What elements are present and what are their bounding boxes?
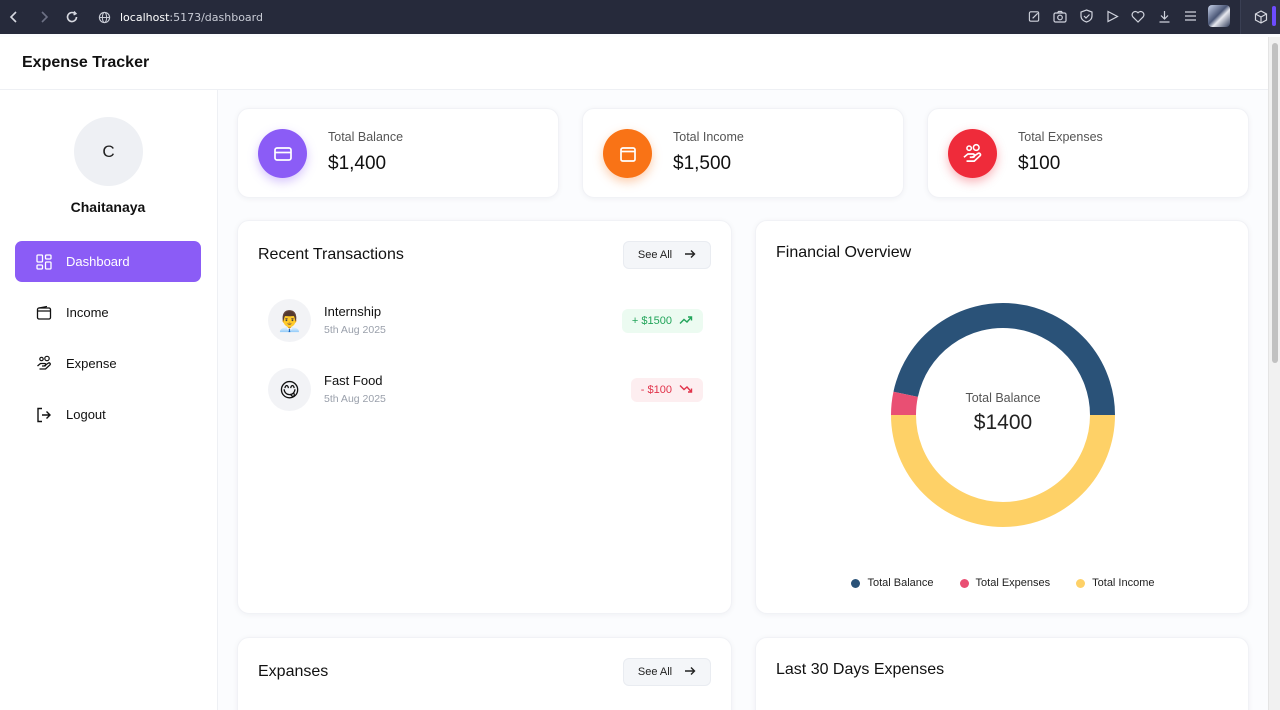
- reload-icon[interactable]: [60, 5, 84, 29]
- sidebar-item-label: Income: [66, 305, 109, 320]
- sidebar: C Chaitanaya Dashboard Income Expense Lo…: [0, 90, 218, 710]
- transaction-emoji: 😋: [268, 368, 311, 411]
- arrow-right-icon: [684, 248, 696, 263]
- financial-overview-title: Financial Overview: [776, 244, 912, 261]
- wallet-icon: [35, 304, 53, 322]
- legend-item-total-expenses: Total Expenses: [959, 577, 1051, 589]
- back-icon[interactable]: [2, 5, 26, 29]
- download-icon[interactable]: [1156, 8, 1172, 24]
- globe-icon: [98, 11, 111, 24]
- url-host: localhost: [120, 10, 170, 24]
- sidebar-item-dashboard[interactable]: Dashboard: [15, 241, 201, 282]
- stat-label: Total Income: [673, 130, 744, 144]
- shield-icon[interactable]: [1078, 8, 1094, 24]
- app-header: Expense Tracker: [0, 37, 1268, 90]
- stat-value: $100: [1018, 153, 1061, 174]
- trending-up-icon: [679, 315, 693, 328]
- legend-dot: [959, 578, 969, 588]
- last-30-days-title: Last 30 Days Expenses: [776, 661, 945, 678]
- donut-center-label: Total Balance: [965, 391, 1041, 405]
- sidebar-item-label: Logout: [66, 407, 106, 422]
- legend-dot: [851, 578, 861, 588]
- scrollbar-thumb[interactable]: [1272, 43, 1278, 363]
- see-all-button[interactable]: See All: [623, 658, 711, 686]
- address-bar[interactable]: localhost:5173/dashboard: [98, 11, 263, 24]
- heart-icon[interactable]: [1130, 8, 1146, 24]
- sidebar-item-income[interactable]: Income: [15, 292, 201, 333]
- url-path: :5173/dashboard: [169, 10, 263, 24]
- credit-card-icon: [258, 129, 307, 178]
- expenses-card: Expanses See All: [237, 637, 732, 710]
- legend-item-total-income: Total Income: [1076, 577, 1155, 589]
- transaction-amount: - $100: [640, 384, 672, 396]
- stat-value: $1,500: [673, 153, 732, 174]
- transaction-emoji: 👨‍💼: [268, 299, 311, 342]
- arrow-right-icon: [684, 665, 696, 680]
- browser-toolbar: localhost:5173/dashboard: [0, 0, 1280, 34]
- chart-legend: Total Balance Total Expenses Total Incom…: [756, 577, 1250, 589]
- user-name: Chaitanaya: [70, 199, 146, 215]
- total-balance-card: Total Balance $1,400: [237, 108, 559, 198]
- financial-overview-card: Financial Overview Total Balance $1400 T…: [755, 220, 1249, 614]
- last-30-days-card: Last 30 Days Expenses: [755, 637, 1249, 710]
- grid-icon: [35, 253, 53, 271]
- transaction-amount-badge: - $100: [630, 378, 703, 402]
- transaction-name: Fast Food: [324, 373, 383, 388]
- sidebar-menu: Dashboard Income Expense Logout: [15, 241, 201, 445]
- legend-label: Total Income: [1092, 577, 1155, 589]
- transaction-name: Internship: [324, 304, 382, 319]
- transaction-amount: + $1500: [631, 315, 672, 327]
- expenses-title: Expanses: [258, 663, 329, 680]
- page-scrollbar[interactable]: [1268, 37, 1280, 710]
- hand-coins-icon: [948, 129, 997, 178]
- app-root: Expense Tracker C Chaitanaya Dashboard I…: [0, 37, 1268, 710]
- transaction-row[interactable]: 😋 Fast Food 5th Aug 2025 - $100: [268, 368, 703, 412]
- recent-transactions-title: Recent Transactions: [258, 246, 404, 263]
- hand-coins-icon: [35, 355, 53, 373]
- transaction-date: 5th Aug 2025: [324, 324, 386, 336]
- avatar: C: [74, 117, 143, 186]
- forward-icon[interactable]: [32, 5, 56, 29]
- see-all-label: See All: [637, 249, 673, 261]
- see-all-button[interactable]: See All: [623, 241, 711, 269]
- legend-label: Total Expenses: [975, 577, 1051, 589]
- legend-label: Total Balance: [867, 577, 934, 589]
- total-expenses-card: Total Expenses $100: [927, 108, 1249, 198]
- extensions-icon[interactable]: [1240, 0, 1280, 34]
- menu-lines-icon[interactable]: [1182, 8, 1198, 24]
- sidebar-item-expense[interactable]: Expense: [15, 343, 201, 384]
- logout-icon: [35, 406, 53, 424]
- donut-center-value: $1400: [973, 411, 1033, 434]
- total-income-card: Total Income $1,500: [582, 108, 904, 198]
- app-title: Expense Tracker: [22, 54, 150, 71]
- recent-transactions-card: Recent Transactions See All 👨‍💼 Internsh…: [237, 220, 732, 614]
- transaction-date: 5th Aug 2025: [324, 393, 386, 405]
- see-all-label: See All: [637, 666, 673, 678]
- financial-donut-chart: Total Balance $1400: [890, 302, 1116, 528]
- transaction-row[interactable]: 👨‍💼 Internship 5th Aug 2025 + $1500: [268, 299, 703, 343]
- sidebar-item-label: Expense: [66, 356, 117, 371]
- stat-value: $1,400: [328, 153, 387, 174]
- play-icon[interactable]: [1104, 8, 1120, 24]
- transaction-amount-badge: + $1500: [621, 309, 703, 333]
- legend-item-total-balance: Total Balance: [851, 577, 934, 589]
- trending-down-icon: [679, 384, 693, 397]
- stat-label: Total Balance: [328, 130, 404, 144]
- sidebar-item-logout[interactable]: Logout: [15, 394, 201, 435]
- edit-icon[interactable]: [1026, 8, 1042, 24]
- legend-dot: [1076, 578, 1086, 588]
- camera-icon[interactable]: [1052, 8, 1068, 24]
- donut-center: Total Balance $1400: [890, 302, 1116, 528]
- stat-label: Total Expenses: [1018, 130, 1103, 144]
- profile-avatar-icon[interactable]: [1208, 5, 1230, 27]
- wallet-icon: [603, 129, 652, 178]
- sidebar-item-label: Dashboard: [66, 254, 130, 269]
